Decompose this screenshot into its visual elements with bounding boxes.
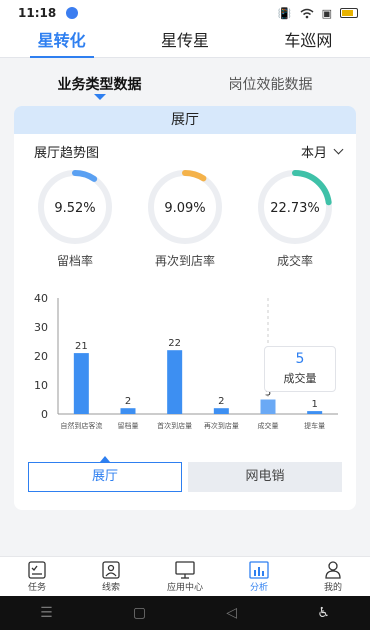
month-label: 本月 (300, 145, 327, 161)
bar-value-label: 2 (218, 396, 224, 407)
ring-revisit-value: 9.09% (164, 201, 205, 216)
bar (213, 408, 229, 414)
subtab-business-data[interactable]: 业务类型数据 (14, 68, 185, 102)
bar (167, 350, 183, 414)
toggle-online-sales[interactable]: 网电销 (188, 462, 342, 492)
ring-deal-label: 成交率 (276, 254, 313, 268)
y-tick-label: 10 (34, 379, 48, 392)
toggle-showroom-label: 展厅 (91, 469, 118, 484)
status-bar: 11:18 📳 ▣ (0, 0, 370, 26)
y-tick-label: 40 (34, 292, 48, 305)
bar-value-label: 2 (125, 396, 131, 407)
status-icons: 📳 ▣ (278, 7, 358, 20)
nav-leads-label: 线索 (101, 583, 120, 593)
nav-app-center[interactable]: 应用中心 (148, 557, 222, 596)
ring-revisit-chart: 9.09% (148, 170, 222, 244)
subtab-business-label: 业务类型数据 (57, 77, 142, 93)
status-time: 11:18 (18, 6, 57, 20)
card-header: 展厅 (14, 106, 356, 134)
bar-value-label: 21 (75, 341, 88, 352)
nav-leads[interactable]: 线索 (74, 557, 148, 596)
ring-retention-value: 9.52% (54, 201, 95, 216)
battery-icon (340, 8, 358, 18)
bar (73, 353, 89, 414)
trend-title: 展厅趋势图 (34, 145, 100, 161)
nav-mine-label: 我的 (323, 583, 342, 593)
user-icon (325, 561, 341, 579)
y-tick-label: 20 (34, 350, 48, 363)
ring-deal-value: 22.73% (270, 201, 320, 216)
tab-xingchuanxing[interactable]: 星传星 (123, 26, 246, 57)
ring-revisit-label: 再次到店率 (154, 254, 215, 268)
chart-tooltip: 5 成交量 (264, 346, 336, 392)
trend-row: 展厅趋势图 本月 (14, 134, 356, 168)
ring-revisit: 9.09% 再次到店率 (146, 168, 224, 278)
ring-deal-chart: 22.73% (258, 170, 332, 244)
bottom-nav: 任务 线索 应用中心 分析 我的 (0, 556, 370, 596)
bar (120, 408, 136, 414)
toggle-showroom[interactable]: 展厅 (28, 456, 182, 492)
subtab-position-label: 岗位效能数据 (228, 77, 313, 93)
caret-down-icon (93, 94, 106, 100)
home-icon[interactable]: ▢ (133, 605, 146, 621)
tooltip-label: 成交量 (283, 372, 317, 385)
x-tick-label: 自然到店客流 (60, 421, 102, 430)
sub-tabs: 业务类型数据 岗位效能数据 (14, 68, 356, 102)
bluetooth-vibrate-icon: 📳 (277, 6, 292, 20)
chevron-down-icon (333, 144, 344, 154)
nav-task-label: 任务 (27, 583, 46, 593)
sim-icon: ▣ (321, 6, 332, 20)
bar-value-label: 1 (311, 399, 317, 410)
nav-app-center-label: 应用中心 (166, 583, 203, 593)
nav-task[interactable]: 任务 (0, 557, 74, 596)
rate-rings: 9.52% 留档率 9.09% 再次到店率 22.73% 成交率 (14, 168, 356, 278)
y-tick-label: 0 (41, 408, 48, 421)
x-tick-label: 再次到店量 (204, 421, 239, 430)
channel-toggle: 展厅 网电销 (28, 456, 342, 492)
ring-retention-label: 留档率 (56, 254, 93, 268)
tab-xingzhuanhua[interactable]: 星转化 (0, 26, 123, 58)
tooltip-value: 5 (295, 351, 305, 367)
subtab-position-data[interactable]: 岗位效能数据 (185, 68, 356, 102)
menu-icon[interactable]: ☰ (40, 605, 53, 621)
ring-retention: 9.52% 留档率 (36, 168, 114, 278)
showroom-card: 展厅 展厅趋势图 本月 9.52% 留档率 9.09% 再次到店率 22.73%… (14, 106, 356, 510)
analysis-chart-icon (249, 561, 269, 579)
nav-mine[interactable]: 我的 (296, 557, 370, 596)
system-nav-bar: ☰ ▢ ◁ ♿ (0, 596, 370, 630)
monitor-icon (175, 561, 195, 579)
back-icon[interactable]: ◁ (226, 605, 237, 621)
top-tabs: 星转化 星传星 车巡网 (0, 26, 370, 58)
tab-chexunwang[interactable]: 车巡网 (247, 26, 370, 57)
x-tick-label: 留档量 (118, 421, 139, 430)
caret-up-icon (100, 456, 110, 462)
task-icon (28, 561, 46, 579)
month-dropdown[interactable]: 本月 (300, 142, 344, 161)
bar (307, 411, 323, 414)
x-tick-label: 成交量 (258, 421, 279, 430)
toggle-online-label: 网电销 (245, 469, 285, 484)
ring-deal: 22.73% 成交率 (256, 168, 334, 278)
bar-value-label: 22 (168, 338, 181, 349)
x-tick-label: 提车量 (304, 421, 325, 430)
accessibility-icon[interactable]: ♿ (317, 605, 330, 621)
nav-analysis[interactable]: 分析 (222, 557, 296, 596)
leads-icon (102, 561, 120, 579)
wifi-icon (300, 8, 314, 18)
bar (260, 399, 276, 414)
y-tick-label: 30 (34, 321, 48, 334)
nav-analysis-label: 分析 (249, 583, 268, 593)
x-tick-label: 首次到店量 (157, 421, 192, 430)
ring-retention-chart: 9.52% (38, 170, 112, 244)
app-notification-icon (66, 7, 79, 19)
